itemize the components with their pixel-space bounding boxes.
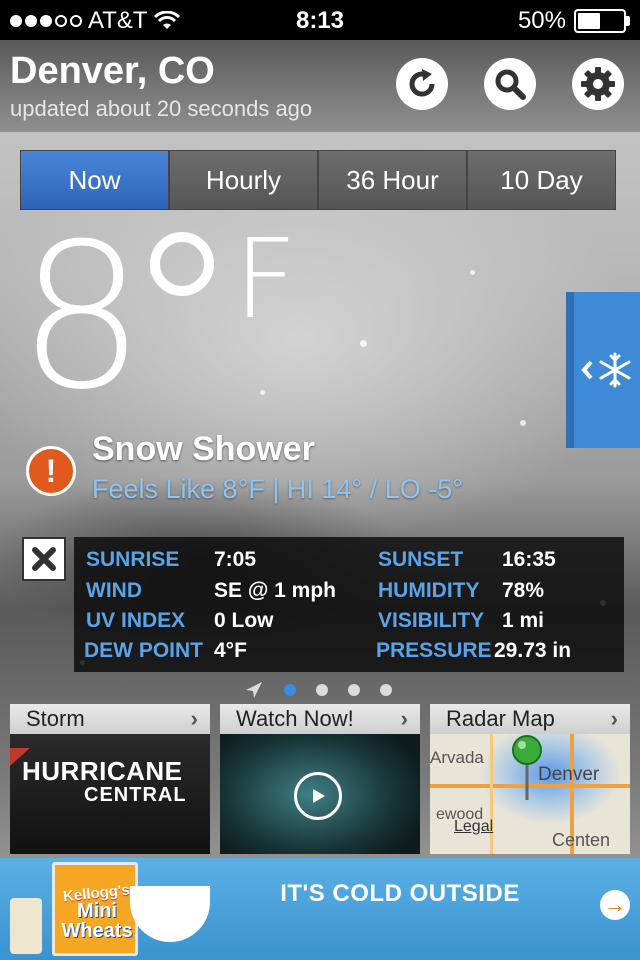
page-dot[interactable] (316, 684, 328, 696)
detail-label: HUMIDITY (378, 579, 480, 602)
detail-label: SUNSET (378, 548, 464, 571)
map-label: Arvada (430, 748, 484, 767)
degree-symbol (150, 232, 214, 296)
detail-sunset: SUNSET 16:35 (378, 545, 618, 575)
feels-like-text: Feels Like 8°F | HI 14° / LO -5° (92, 474, 464, 504)
ad-mascot (10, 898, 42, 954)
chevron-right-icon: › (610, 706, 618, 731)
legal-link[interactable]: Legal (454, 818, 493, 836)
condition-text: Snow Shower (92, 430, 315, 468)
refresh-icon (409, 69, 435, 97)
detail-sunrise: SUNRISE 7:05 (86, 545, 356, 575)
exclamation-icon: ! (45, 452, 57, 489)
tab-hourly[interactable]: Hourly (170, 151, 319, 209)
close-icon (32, 547, 56, 571)
detail-value: 78% (502, 579, 545, 602)
map-pin-icon (512, 735, 542, 800)
temperature-unit: F (234, 215, 298, 343)
detail-label: WIND (86, 579, 142, 602)
card-title: Watch Now! (236, 706, 354, 731)
map-label: Denver (538, 764, 600, 785)
settings-button[interactable] (572, 58, 624, 110)
radar-map-card[interactable]: Radar Map › Arvada Denver ewood Legal Ce… (430, 704, 630, 854)
gear-icon (581, 67, 615, 101)
detail-value: 29.73 in (494, 639, 572, 662)
detail-label: DEW POINT (84, 639, 203, 662)
storm-card[interactable]: Storm › HURRICANE CENTRAL (10, 704, 210, 854)
page-dot[interactable] (348, 684, 360, 696)
play-button[interactable] (294, 772, 342, 820)
detail-label: PRESSURE (376, 639, 492, 662)
detail-value: 7:05 (214, 548, 257, 571)
battery-icon (574, 9, 626, 33)
cereal-bowl (130, 886, 210, 942)
card-title: Storm (26, 706, 85, 731)
detail-humidity: HUMIDITY 78% (378, 576, 618, 606)
ad-product: Mini Wheats (61, 900, 133, 942)
chevron-left-icon (581, 360, 593, 380)
detail-label: SUNRISE (86, 548, 180, 571)
detail-value: 1 mi (502, 609, 545, 632)
tab-10-day[interactable]: 10 Day (468, 151, 615, 209)
chevron-right-icon: › (400, 706, 408, 731)
battery-percent: 50% (517, 7, 566, 34)
detail-pressure: PRESSURE 29.73 in (376, 636, 620, 666)
city-name: Denver, CO (10, 50, 215, 92)
play-icon (313, 789, 325, 803)
page-dot[interactable] (380, 684, 392, 696)
detail-label: VISIBILITY (378, 609, 485, 632)
page-dot[interactable] (284, 684, 296, 696)
weather-details-panel: SUNRISE 7:05 SUNSET 16:35 WIND SE @ 1 mp… (74, 537, 624, 672)
detail-dew-point: DEW POINT 4°F (84, 636, 364, 666)
card-headline: HURRICANE (22, 756, 183, 786)
watch-now-card[interactable]: Watch Now! › (220, 704, 420, 854)
detail-value: 0 Low (214, 609, 274, 632)
chevron-right-icon: › (190, 706, 198, 731)
alert-button[interactable]: ! (26, 446, 76, 496)
location-arrow-icon (246, 682, 262, 698)
arrow-right-icon: → (604, 892, 626, 917)
detail-uv-index: UV INDEX 0 Low (86, 606, 356, 636)
temperature-value: 8 (18, 201, 146, 434)
status-bar: AT&T 8:13 50% (0, 0, 640, 40)
ad-banner[interactable]: Kellogg's Mini Wheats IT'S COLD OUTSIDE … (0, 858, 640, 960)
refresh-button[interactable] (396, 58, 448, 110)
page-indicator (244, 680, 392, 700)
search-button[interactable] (484, 58, 536, 110)
tab-36-hour[interactable]: 36 Hour (319, 151, 468, 209)
map-label: Centen (552, 830, 611, 850)
snowflake-icon (599, 352, 631, 388)
card-title: Radar Map (446, 706, 555, 731)
updated-time: updated about 20 seconds ago (10, 96, 313, 121)
side-panel-tab[interactable] (566, 292, 640, 448)
cereal-box: Kellogg's Mini Wheats (52, 862, 138, 956)
detail-visibility: VISIBILITY 1 mi (378, 606, 618, 636)
location-header: Denver, CO updated about 20 seconds ago (0, 40, 640, 132)
ad-arrow-button[interactable]: → (600, 890, 630, 920)
detail-value: 4°F (214, 639, 247, 662)
search-icon (495, 69, 526, 100)
card-subline: CENTRAL (84, 784, 187, 806)
close-details-button[interactable] (22, 537, 66, 581)
detail-label: UV INDEX (86, 609, 186, 632)
detail-wind: WIND SE @ 1 mph (86, 576, 356, 606)
ad-headline: IT'S COLD OUTSIDE (280, 880, 520, 907)
detail-value: 16:35 (502, 548, 556, 571)
detail-value: SE @ 1 mph (214, 579, 337, 602)
battery-status: 50% (518, 7, 630, 35)
